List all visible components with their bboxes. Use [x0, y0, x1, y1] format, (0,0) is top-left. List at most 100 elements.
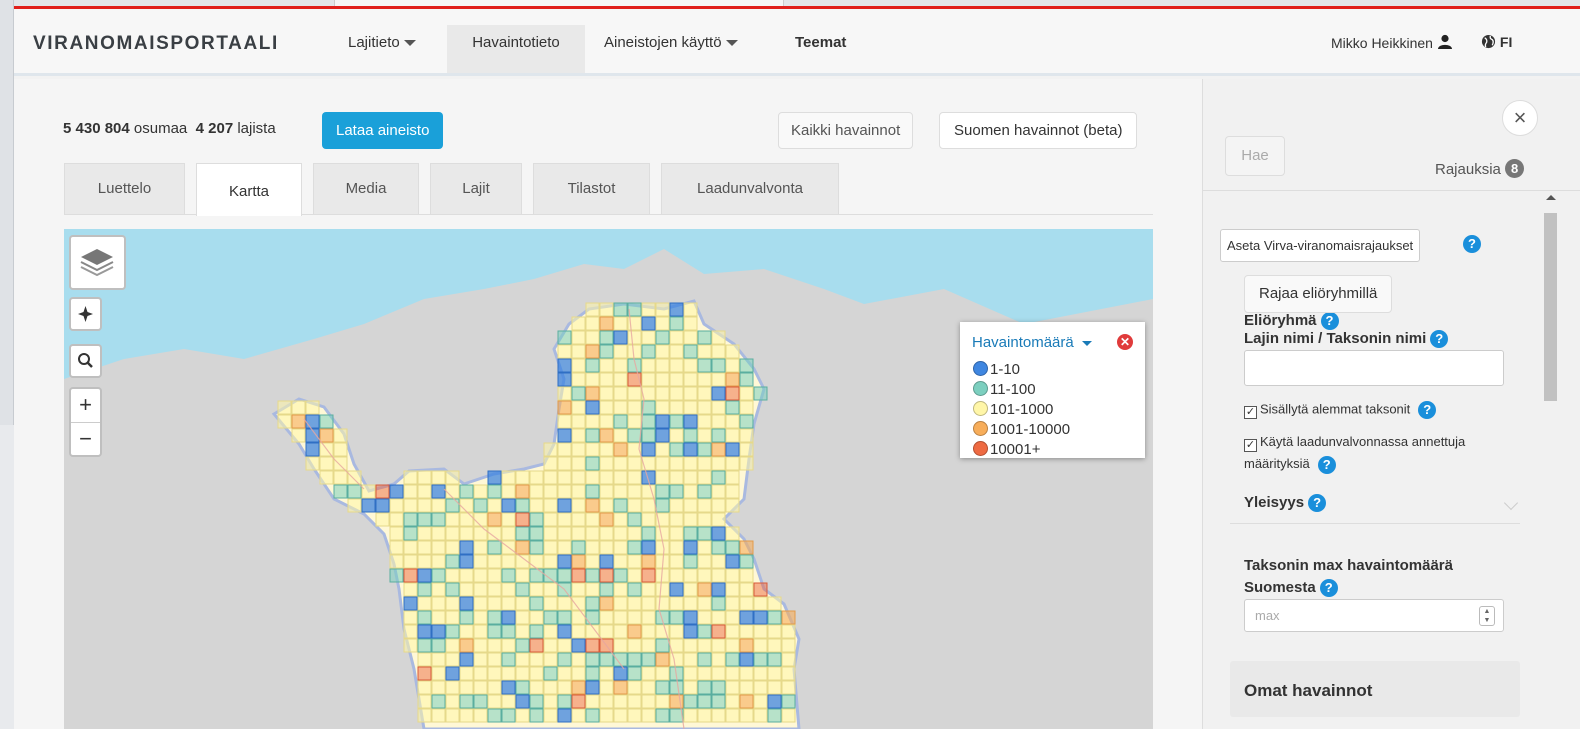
grid-cell	[361, 498, 376, 513]
grid-cell	[641, 428, 656, 443]
use-qc-checkbox[interactable]: ✓	[1244, 439, 1257, 452]
locate-button[interactable]	[69, 297, 102, 331]
help-icon[interactable]: ?	[1320, 312, 1339, 331]
grid-cell	[417, 666, 432, 681]
grid-cell	[711, 358, 726, 373]
observation-map[interactable]: + − Havaintomäärä ✕ 1-10 11-100 101-1000…	[64, 229, 1153, 729]
grid-cell	[725, 610, 740, 625]
grid-cell	[445, 708, 460, 723]
zoom-in-button[interactable]: +	[71, 389, 100, 422]
nav-aineistojen-kaytto[interactable]: Aineistojen käyttö	[604, 25, 738, 73]
own-observations-panel[interactable]: Omat havainnot	[1230, 661, 1520, 717]
help-icon[interactable]: ?	[1463, 235, 1481, 253]
language-selector[interactable]: FI	[1481, 34, 1512, 50]
tab-laadunvalvonta[interactable]: Laadunvalvonta	[661, 163, 839, 214]
grid-cell	[487, 582, 502, 597]
grid-cell	[613, 624, 628, 639]
grid-cell	[641, 610, 656, 625]
download-data-button[interactable]: Lataa aineisto	[322, 112, 444, 149]
grid-cell	[641, 708, 656, 723]
grid-cell	[711, 652, 726, 667]
grid-cell	[599, 694, 614, 709]
nav-lajitieto[interactable]: Lajitieto	[348, 25, 416, 73]
grid-cell	[613, 568, 628, 583]
close-sidebar-button[interactable]: ×	[1502, 100, 1538, 136]
max-count-input[interactable]: max ▲ ▼	[1244, 599, 1504, 632]
zoom-out-button[interactable]: −	[71, 423, 100, 456]
tab-kartta[interactable]: Kartta	[196, 163, 302, 216]
generality-section[interactable]: Yleisyys?	[1230, 486, 1520, 524]
grid-cell	[543, 540, 558, 555]
tab-tilastot[interactable]: Tilastot	[533, 163, 650, 214]
brand-logo[interactable]: VIRANOMAISPORTAALI	[33, 33, 279, 55]
search-button[interactable]: Hae	[1225, 136, 1285, 176]
grid-cell	[403, 624, 418, 639]
grid-cell	[697, 456, 712, 471]
grid-cell	[557, 456, 572, 471]
grid-cell	[725, 498, 740, 513]
grid-cell	[529, 666, 544, 681]
nav-havaintotieto[interactable]: Havaintotieto	[447, 25, 585, 73]
help-icon[interactable]: ?	[1317, 455, 1336, 474]
grid-cell	[459, 666, 474, 681]
grid-cell	[585, 582, 600, 597]
legend-item: 1-10	[973, 360, 1133, 380]
grid-cell	[445, 582, 460, 597]
grid-cell	[725, 372, 740, 387]
user-menu[interactable]: Mikko Heikkinen	[1331, 34, 1453, 51]
finnish-observations-button[interactable]: Suomen havainnot (beta)	[939, 112, 1138, 149]
grid-cell	[697, 386, 712, 401]
grid-cell	[613, 512, 628, 527]
scrollbar-thumb[interactable]	[1544, 213, 1557, 401]
grid-cell	[683, 414, 698, 429]
legend-close-icon[interactable]: ✕	[1117, 334, 1133, 350]
grid-cell	[599, 358, 614, 373]
org-group-button[interactable]: Rajaa eliöryhmillä	[1244, 275, 1393, 313]
layers-button[interactable]	[69, 235, 126, 290]
spinner-icon[interactable]: ▲ ▼	[1479, 606, 1495, 626]
grid-cell	[599, 470, 614, 485]
scroll-up-icon[interactable]	[1546, 195, 1556, 200]
grid-cell	[655, 456, 670, 471]
map-canvas[interactable]	[64, 229, 1153, 729]
map-search-button[interactable]	[69, 344, 102, 378]
grid-cell	[585, 512, 600, 527]
grid-cell	[627, 680, 642, 695]
help-icon[interactable]: ?	[1319, 579, 1338, 598]
grid-cell	[473, 652, 488, 667]
virva-restrictions-button[interactable]: Aseta Virva-viranomaisrajaukset	[1220, 229, 1421, 262]
grid-cell	[655, 652, 670, 667]
taxon-name-input[interactable]	[1244, 350, 1504, 386]
grid-cell	[431, 638, 446, 653]
grid-cell	[627, 596, 642, 611]
help-icon[interactable]: ?	[1308, 494, 1327, 513]
tab-luettelo[interactable]: Luettelo	[64, 163, 185, 214]
grid-cell	[543, 708, 558, 723]
grid-cell	[669, 526, 684, 541]
grid-cell	[515, 470, 530, 485]
grid-cell	[711, 442, 726, 457]
all-observations-button[interactable]: Kaikki havainnot	[778, 112, 914, 149]
grid-cell	[515, 680, 530, 695]
grid-cell	[389, 512, 404, 527]
grid-cell	[515, 624, 530, 639]
grid-cell	[711, 498, 726, 513]
grid-cell	[683, 582, 698, 597]
grid-cell	[305, 400, 320, 415]
grid-cell	[725, 358, 740, 373]
tab-lajit[interactable]: Lajit	[430, 163, 522, 214]
legend-title-dropdown[interactable]: Havaintomäärä	[972, 334, 1133, 351]
tab-media[interactable]: Media	[313, 163, 419, 214]
legend-swatch	[973, 361, 988, 376]
sidebar-scrollbar[interactable]	[1542, 191, 1559, 729]
nav-teemat[interactable]: Teemat	[795, 25, 846, 73]
include-lower-checkbox[interactable]: ✓	[1244, 406, 1257, 420]
grid-cell	[473, 526, 488, 541]
help-icon[interactable]: ?	[1418, 401, 1437, 419]
grid-cell	[767, 708, 782, 723]
grid-cell	[655, 470, 670, 485]
grid-cell	[445, 512, 460, 527]
grid-cell	[557, 372, 572, 387]
grid-cell	[669, 680, 684, 695]
help-icon[interactable]: ?	[1430, 330, 1449, 349]
